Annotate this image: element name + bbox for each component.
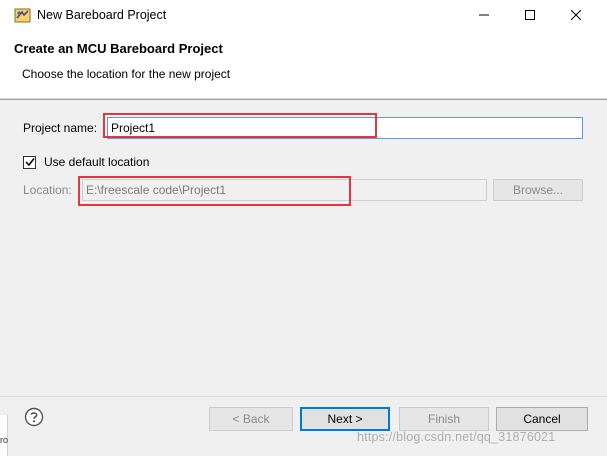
finish-button: Finish — [399, 407, 489, 431]
minimize-icon — [479, 9, 489, 23]
next-button[interactable]: Next > — [300, 407, 390, 431]
project-name-input[interactable] — [107, 117, 583, 139]
dialog-window: New Bareboard Project Create an MCU Bare… — [0, 0, 607, 456]
back-button: < Back — [209, 407, 293, 431]
window-title: New Bareboard Project — [37, 8, 167, 22]
location-label: Location: — [23, 183, 72, 197]
wizard-header: Create an MCU Bareboard Project Choose t… — [0, 31, 607, 99]
close-icon — [570, 9, 582, 23]
checkmark-icon — [24, 156, 35, 170]
maximize-button[interactable] — [507, 0, 553, 31]
project-name-label: Project name: — [23, 121, 98, 135]
maximize-icon — [525, 9, 535, 23]
eclipse-icon — [14, 7, 31, 24]
header-divider — [0, 99, 607, 100]
help-icon[interactable] — [24, 407, 44, 427]
footer-divider — [0, 396, 607, 397]
use-default-location-label[interactable]: Use default location — [44, 155, 149, 169]
title-bar: New Bareboard Project — [0, 0, 607, 31]
location-input: E:\freescale code\Project1 — [82, 179, 487, 201]
wizard-title: Create an MCU Bareboard Project — [14, 41, 223, 56]
close-button[interactable] — [553, 0, 599, 31]
dialog-edge — [603, 100, 607, 396]
use-default-location-checkbox[interactable] — [23, 156, 36, 169]
watermark-text: https://blog.csdn.net/qq_31876021 — [357, 430, 556, 444]
wizard-description: Choose the location for the new project — [22, 67, 231, 81]
browse-button: Browse... — [493, 179, 583, 201]
background-window-text: ro — [0, 435, 9, 445]
cancel-button[interactable]: Cancel — [496, 407, 588, 431]
minimize-button[interactable] — [461, 0, 507, 31]
